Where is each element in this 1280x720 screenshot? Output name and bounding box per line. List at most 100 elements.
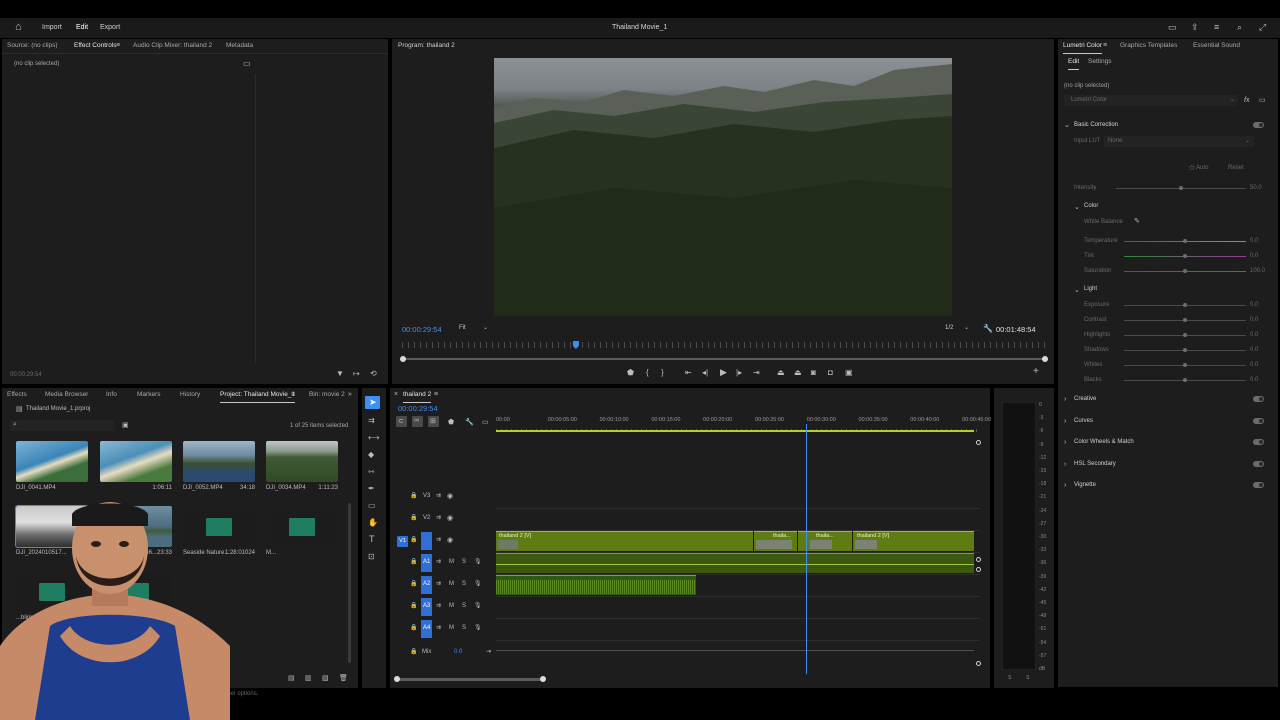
add-marker-icon[interactable]: ⬟ — [448, 418, 454, 427]
marker-icon[interactable]: ⬟ — [627, 368, 634, 377]
auto-button[interactable]: ⚝ Auto — [1189, 165, 1209, 172]
sync-lock-icon[interactable]: ⇉ — [436, 492, 441, 501]
solo-icon[interactable]: S — [462, 580, 466, 589]
intensity-value[interactable]: 50.0 — [1250, 185, 1262, 191]
home-icon[interactable]: ⌂ — [15, 22, 22, 33]
lock-icon[interactable]: 🔒 — [410, 624, 417, 633]
loop-icon[interactable]: ⟲ — [370, 369, 377, 378]
solo-right-button[interactable]: S — [1026, 675, 1029, 681]
lift-icon[interactable]: ⏏ — [777, 368, 785, 377]
project-scrollbar[interactable] — [348, 503, 351, 663]
play-icon[interactable]: ▶ — [720, 368, 727, 377]
solo-icon[interactable]: S — [462, 624, 466, 633]
microphone-icon[interactable]: 🎙 — [474, 624, 482, 633]
reset-button[interactable]: Reset — [1228, 165, 1244, 171]
tab-sequence[interactable]: thailand 2 — [403, 391, 432, 403]
panel-menu-icon[interactable]: ≡ — [1103, 41, 1107, 50]
slider-value-tint[interactable]: 0.0 — [1250, 253, 1258, 259]
light-section-header[interactable]: Light — [1084, 286, 1097, 292]
lock-icon[interactable]: 🔒 — [410, 602, 417, 611]
sync-lock-icon[interactable]: ⇉ — [436, 514, 441, 523]
share-icon[interactable]: ⇪ — [1191, 23, 1199, 32]
step-forward-icon[interactable]: |▸ — [736, 368, 742, 377]
tab-bin[interactable]: Bin: movie 2 — [309, 391, 345, 398]
slider-value-blacks[interactable]: 0.0 — [1250, 377, 1258, 383]
slider-blacks[interactable] — [1124, 378, 1246, 382]
captions-icon[interactable]: ⊡ — [368, 552, 375, 561]
microphone-icon[interactable]: 🎙 — [474, 580, 482, 589]
basic-correction-toggle[interactable] — [1253, 122, 1264, 128]
lock-icon[interactable]: 🔒 — [410, 514, 417, 523]
lock-icon[interactable]: 🔒 — [410, 558, 417, 567]
chevron-right-icon[interactable]: › — [1064, 417, 1066, 426]
filter-icon[interactable]: ▼ — [336, 369, 344, 378]
tab-edit[interactable]: Edit — [1068, 58, 1080, 70]
export-frame-icon[interactable]: ◙ — [811, 368, 816, 377]
track-label-a1[interactable]: A1 — [423, 559, 430, 565]
timeline-playhead[interactable] — [805, 424, 807, 674]
solo-icon[interactable]: S — [462, 602, 466, 611]
solo-left-button[interactable]: S — [1008, 675, 1011, 681]
chevron-down-icon[interactable]: ⌄ — [1064, 121, 1070, 130]
section-toggle-0[interactable] — [1253, 396, 1264, 402]
wrench-icon[interactable]: 🔧 — [983, 324, 993, 333]
tab-history[interactable]: History — [180, 391, 200, 398]
new-bin-icon[interactable]: ▣ — [122, 421, 129, 430]
tab-project[interactable]: Project: Thailand Movie_1 — [220, 391, 296, 403]
eye-icon[interactable]: ◉ — [447, 514, 453, 523]
extract-icon[interactable]: ⏏ — [794, 368, 802, 377]
panel-menu-icon[interactable]: ≡ — [434, 390, 438, 399]
add-button-icon[interactable]: + — [1033, 367, 1039, 377]
ripple-edit-icon[interactable]: ⟷ — [368, 433, 379, 442]
input-lut-dropdown[interactable]: None ⌄ — [1104, 136, 1254, 147]
timeline-vertical-scroll[interactable] — [976, 440, 982, 670]
workspaces-icon[interactable]: ≡ — [1214, 23, 1219, 32]
go-to-in-icon[interactable]: ⇤ — [685, 368, 692, 377]
section-toggle-1[interactable] — [1253, 417, 1264, 424]
tab-audio-clip-mixer[interactable]: Audio Clip Mixer: thailand 2 — [133, 42, 212, 49]
search-icon[interactable]: ⌕ — [1237, 23, 1242, 32]
step-back-icon[interactable]: ◂| — [702, 368, 708, 377]
edit-menu[interactable]: Edit — [76, 24, 88, 31]
hand-icon[interactable]: ✋ — [368, 518, 378, 527]
trash-icon[interactable]: 🗑 — [339, 674, 348, 683]
intensity-slider[interactable] — [1116, 186, 1246, 190]
video-clip[interactable]: thaila... — [754, 531, 797, 551]
go-to-end-icon[interactable]: ⇥ — [486, 648, 491, 657]
section-header-1[interactable]: Curves — [1074, 418, 1093, 424]
tab-effects[interactable]: Effects — [7, 391, 27, 398]
track-label-v2[interactable]: V2 — [423, 515, 430, 521]
section-toggle-2[interactable] — [1253, 439, 1264, 445]
export-menu[interactable]: Export — [100, 24, 120, 31]
timeline-timecode[interactable]: 00:00:29:54 — [398, 404, 438, 413]
eye-icon[interactable]: ◉ — [447, 492, 453, 501]
mix-value[interactable]: 0.0 — [454, 649, 462, 655]
linked-selection-button[interactable]: ∞ — [412, 416, 423, 427]
captions-track-icon[interactable]: ▭ — [482, 418, 489, 427]
track-label-a3[interactable]: A3 — [423, 603, 430, 609]
tab-info[interactable]: Info — [106, 391, 117, 398]
chevron-right-icon[interactable]: › — [1064, 481, 1066, 490]
solo-icon[interactable]: S — [462, 558, 466, 567]
tab-essential-sound[interactable]: Essential Sound — [1193, 42, 1240, 49]
program-scrubber[interactable] — [400, 356, 1048, 362]
type-tool-icon[interactable]: T — [369, 535, 375, 544]
list-view-icon[interactable]: ▤ — [288, 674, 295, 683]
panel-menu-icon[interactable]: ≡ — [116, 41, 120, 50]
mark-out-icon[interactable]: } — [661, 368, 664, 377]
chevron-right-icon[interactable]: › — [1064, 460, 1066, 469]
chevron-right-icon[interactable]: › — [1064, 395, 1066, 404]
slider-tint[interactable] — [1124, 254, 1246, 258]
close-icon[interactable]: × — [394, 390, 398, 399]
tab-graphics-templates[interactable]: Graphics Templates — [1120, 42, 1177, 49]
slider-value-shadows[interactable]: 0.0 — [1250, 347, 1258, 353]
sync-lock-icon[interactable]: ⇉ — [436, 580, 441, 589]
slider-value-highlights[interactable]: 0.0 — [1250, 332, 1258, 338]
sync-lock-icon[interactable]: ⇉ — [436, 558, 441, 567]
slider-exposure[interactable] — [1124, 303, 1246, 307]
microphone-icon[interactable]: 🎙 — [474, 558, 482, 567]
eyedropper-icon[interactable]: ✎ — [1134, 217, 1140, 226]
track-label-a2[interactable]: A2 — [423, 581, 430, 587]
more-tabs-icon[interactable]: » — [348, 390, 352, 399]
slider-value-whites[interactable]: 0.0 — [1250, 362, 1258, 368]
